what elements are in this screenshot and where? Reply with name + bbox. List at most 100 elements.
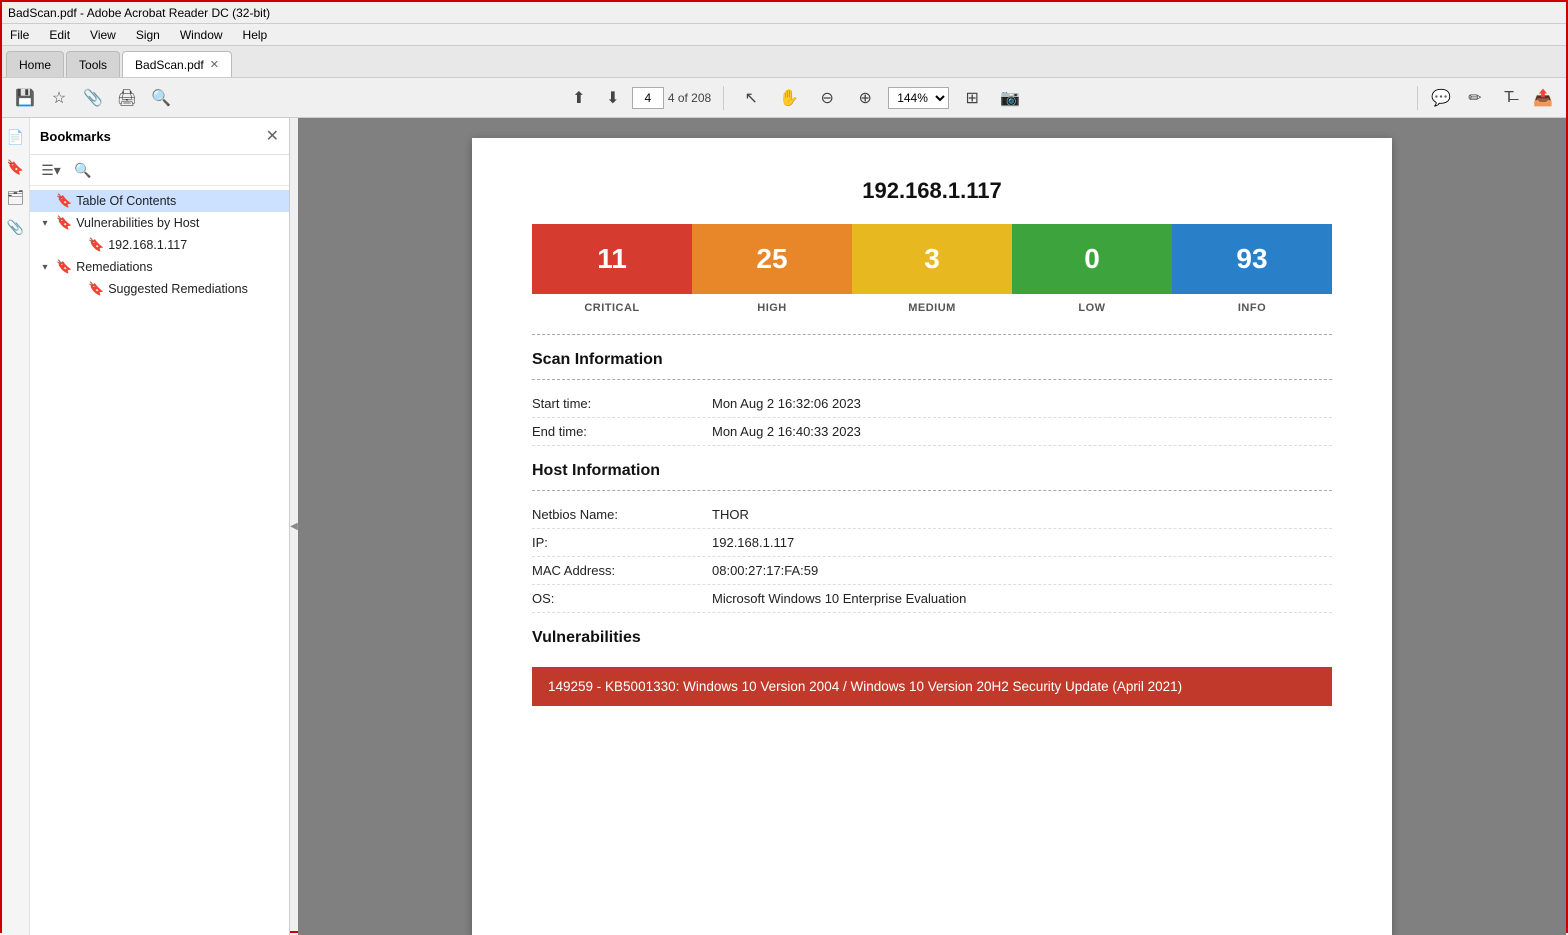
menu-help[interactable]: Help — [239, 26, 272, 44]
scroll-down-btn[interactable]: ⬇ — [598, 83, 628, 113]
menu-view[interactable]: View — [86, 26, 120, 44]
find-btn[interactable]: 🔍 — [146, 83, 176, 113]
sidebar-resize-handle[interactable] — [290, 118, 298, 935]
scan-start-value: Mon Aug 2 16:32:06 2023 — [712, 396, 1332, 411]
host-mac-label: MAC Address: — [532, 563, 712, 578]
host-os-row: OS: Microsoft Windows 10 Enterprise Eval… — [532, 585, 1332, 613]
bookmark-label-sugg: Suggested Remediations — [108, 282, 281, 296]
host-mac-value: 08:00:27:17:FA:59 — [712, 563, 1332, 578]
toolbar: 💾 ☆ 📎 🖨 🔍 ⬆ ⬇ 4 of 208 ↖ ✋ ⊖ ⊕ 50% 75% 1… — [2, 78, 1566, 118]
severity-labels: CRITICAL HIGH MEDIUM LOW INFO — [532, 302, 1332, 314]
tab-tools[interactable]: Tools — [66, 51, 120, 77]
tab-close-icon[interactable]: ✕ — [210, 58, 219, 71]
bookmark-icon-sugg: 🔖 — [88, 281, 104, 297]
critical-count: 11 — [597, 243, 627, 275]
expand-btn-ip[interactable] — [70, 238, 84, 252]
sidebar-options-btn[interactable]: ☰▾ — [38, 159, 64, 181]
bookmark-btn[interactable]: ☆ — [44, 83, 74, 113]
scan-start-label: Start time: — [532, 396, 712, 411]
save-btn[interactable]: 💾 — [10, 83, 40, 113]
attach-side-icon[interactable]: 📎 — [5, 216, 27, 238]
pencil-btn[interactable]: ✏ — [1460, 83, 1490, 113]
severity-low: 0 — [1012, 224, 1172, 294]
vuln-first-item: 149259 - KB5001330: Windows 10 Version 2… — [532, 667, 1332, 706]
severity-medium: 3 — [852, 224, 1012, 294]
bookmark-suggested-rem[interactable]: 🔖 Suggested Remediations — [30, 278, 289, 300]
sidebar-close-btn[interactable]: ✕ — [266, 126, 279, 146]
host-ip-row: IP: 192.168.1.117 — [532, 529, 1332, 557]
page-thumb-icon[interactable]: 🗂 — [5, 186, 27, 208]
severity-bar: 11 25 3 0 93 — [532, 224, 1332, 294]
menu-sign[interactable]: Sign — [132, 26, 164, 44]
bookmark-toc[interactable]: 🔖 Table Of Contents — [30, 190, 289, 212]
share-btn[interactable]: 📤 — [1528, 83, 1558, 113]
sidebar-header: Bookmarks ✕ — [30, 118, 289, 155]
host-ip-label: IP: — [532, 535, 712, 550]
tab-badscan-label: BadScan.pdf — [135, 58, 204, 72]
medium-count: 3 — [924, 243, 940, 275]
host-mac-row: MAC Address: 08:00:27:17:FA:59 — [532, 557, 1332, 585]
strikeout-btn[interactable]: T̶ — [1494, 83, 1524, 113]
scan-start-row: Start time: Mon Aug 2 16:32:06 2023 — [532, 390, 1332, 418]
menu-bar: File Edit View Sign Window Help — [2, 24, 1566, 46]
main-layout: 📄 🔖 🗂 📎 Bookmarks ✕ ☰▾ 🔍 🔖 Table Of Cont… — [2, 118, 1566, 935]
hand-btn[interactable]: ✋ — [774, 83, 804, 113]
page-icon[interactable]: 📄 — [5, 126, 27, 148]
zoom-out-btn[interactable]: ⊖ — [812, 83, 842, 113]
host-os-value: Microsoft Windows 10 Enterprise Evaluati… — [712, 591, 1332, 606]
title-bar: BadScan.pdf - Adobe Acrobat Reader DC (3… — [2, 2, 1566, 24]
menu-edit[interactable]: Edit — [45, 26, 74, 44]
menu-file[interactable]: File — [6, 26, 33, 44]
low-count: 0 — [1084, 243, 1100, 275]
scan-end-value: Mon Aug 2 16:40:33 2023 — [712, 424, 1332, 439]
bookmark-tree: 🔖 Table Of Contents ▾ 🔖 Vulnerabilities … — [30, 186, 289, 935]
tab-bar: Home Tools BadScan.pdf ✕ — [2, 46, 1566, 78]
bookmark-vuln-host[interactable]: ▾ 🔖 Vulnerabilities by Host — [30, 212, 289, 234]
scan-info-title: Scan Information — [532, 351, 1332, 369]
high-count: 25 — [756, 243, 787, 275]
expand-btn-sugg[interactable] — [70, 282, 84, 296]
expand-btn-vuln[interactable]: ▾ — [38, 216, 52, 230]
bookmarks-icon[interactable]: 🔖 — [5, 156, 27, 178]
attach-btn[interactable]: 📎 — [78, 83, 108, 113]
bookmark-ip[interactable]: 🔖 192.168.1.117 — [30, 234, 289, 256]
severity-info: 93 — [1172, 224, 1332, 294]
host-os-label: OS: — [532, 591, 712, 606]
zoom-in-btn[interactable]: ⊕ — [850, 83, 880, 113]
comment-btn[interactable]: 💬 — [1426, 83, 1456, 113]
ip-title: 192.168.1.117 — [532, 178, 1332, 204]
host-ip-value: 192.168.1.117 — [712, 535, 1332, 550]
page-count: 4 of 208 — [668, 91, 711, 105]
cursor-btn[interactable]: ↖ — [736, 83, 766, 113]
page-input[interactable] — [632, 87, 664, 109]
label-info: INFO — [1172, 302, 1332, 314]
sidebar: Bookmarks ✕ ☰▾ 🔍 🔖 Table Of Contents ▾ 🔖… — [30, 118, 290, 935]
tab-badscan[interactable]: BadScan.pdf ✕ — [122, 51, 232, 77]
bookmark-label-ip: 192.168.1.117 — [108, 238, 281, 252]
host-netbios-label: Netbios Name: — [532, 507, 712, 522]
scroll-up-btn[interactable]: ⬆ — [564, 83, 594, 113]
bookmark-label-rem: Remediations — [76, 260, 281, 274]
scan-end-row: End time: Mon Aug 2 16:40:33 2023 — [532, 418, 1332, 446]
label-medium: MEDIUM — [852, 302, 1012, 314]
bookmark-icon-rem: 🔖 — [56, 259, 72, 275]
sidebar-search-btn[interactable]: 🔍 — [70, 159, 96, 181]
fit-page-btn[interactable]: ⊞ — [957, 83, 987, 113]
pdf-area[interactable]: 192.168.1.117 11 25 3 0 93 — [298, 118, 1566, 935]
expand-btn-toc[interactable] — [38, 194, 52, 208]
host-netbios-row: Netbios Name: THOR — [532, 501, 1332, 529]
sidebar-tools: ☰▾ 🔍 — [30, 155, 289, 186]
bookmark-icon-toc: 🔖 — [56, 193, 72, 209]
print-btn[interactable]: 🖨 — [112, 83, 142, 113]
tab-home[interactable]: Home — [6, 51, 64, 77]
bookmark-remediations[interactable]: ▾ 🔖 Remediations — [30, 256, 289, 278]
snapshot-btn[interactable]: 📷 — [995, 83, 1025, 113]
expand-btn-rem[interactable]: ▾ — [38, 260, 52, 274]
zoom-select[interactable]: 50% 75% 100% 125% 144% 150% 200% — [888, 87, 949, 109]
bookmark-label-vuln: Vulnerabilities by Host — [76, 216, 281, 230]
menu-window[interactable]: Window — [176, 26, 227, 44]
host-netbios-value: THOR — [712, 507, 1332, 522]
vuln-title: Vulnerabilities — [532, 629, 1332, 647]
info-count: 93 — [1236, 243, 1267, 275]
title-bar-text: BadScan.pdf - Adobe Acrobat Reader DC (3… — [8, 6, 1560, 20]
